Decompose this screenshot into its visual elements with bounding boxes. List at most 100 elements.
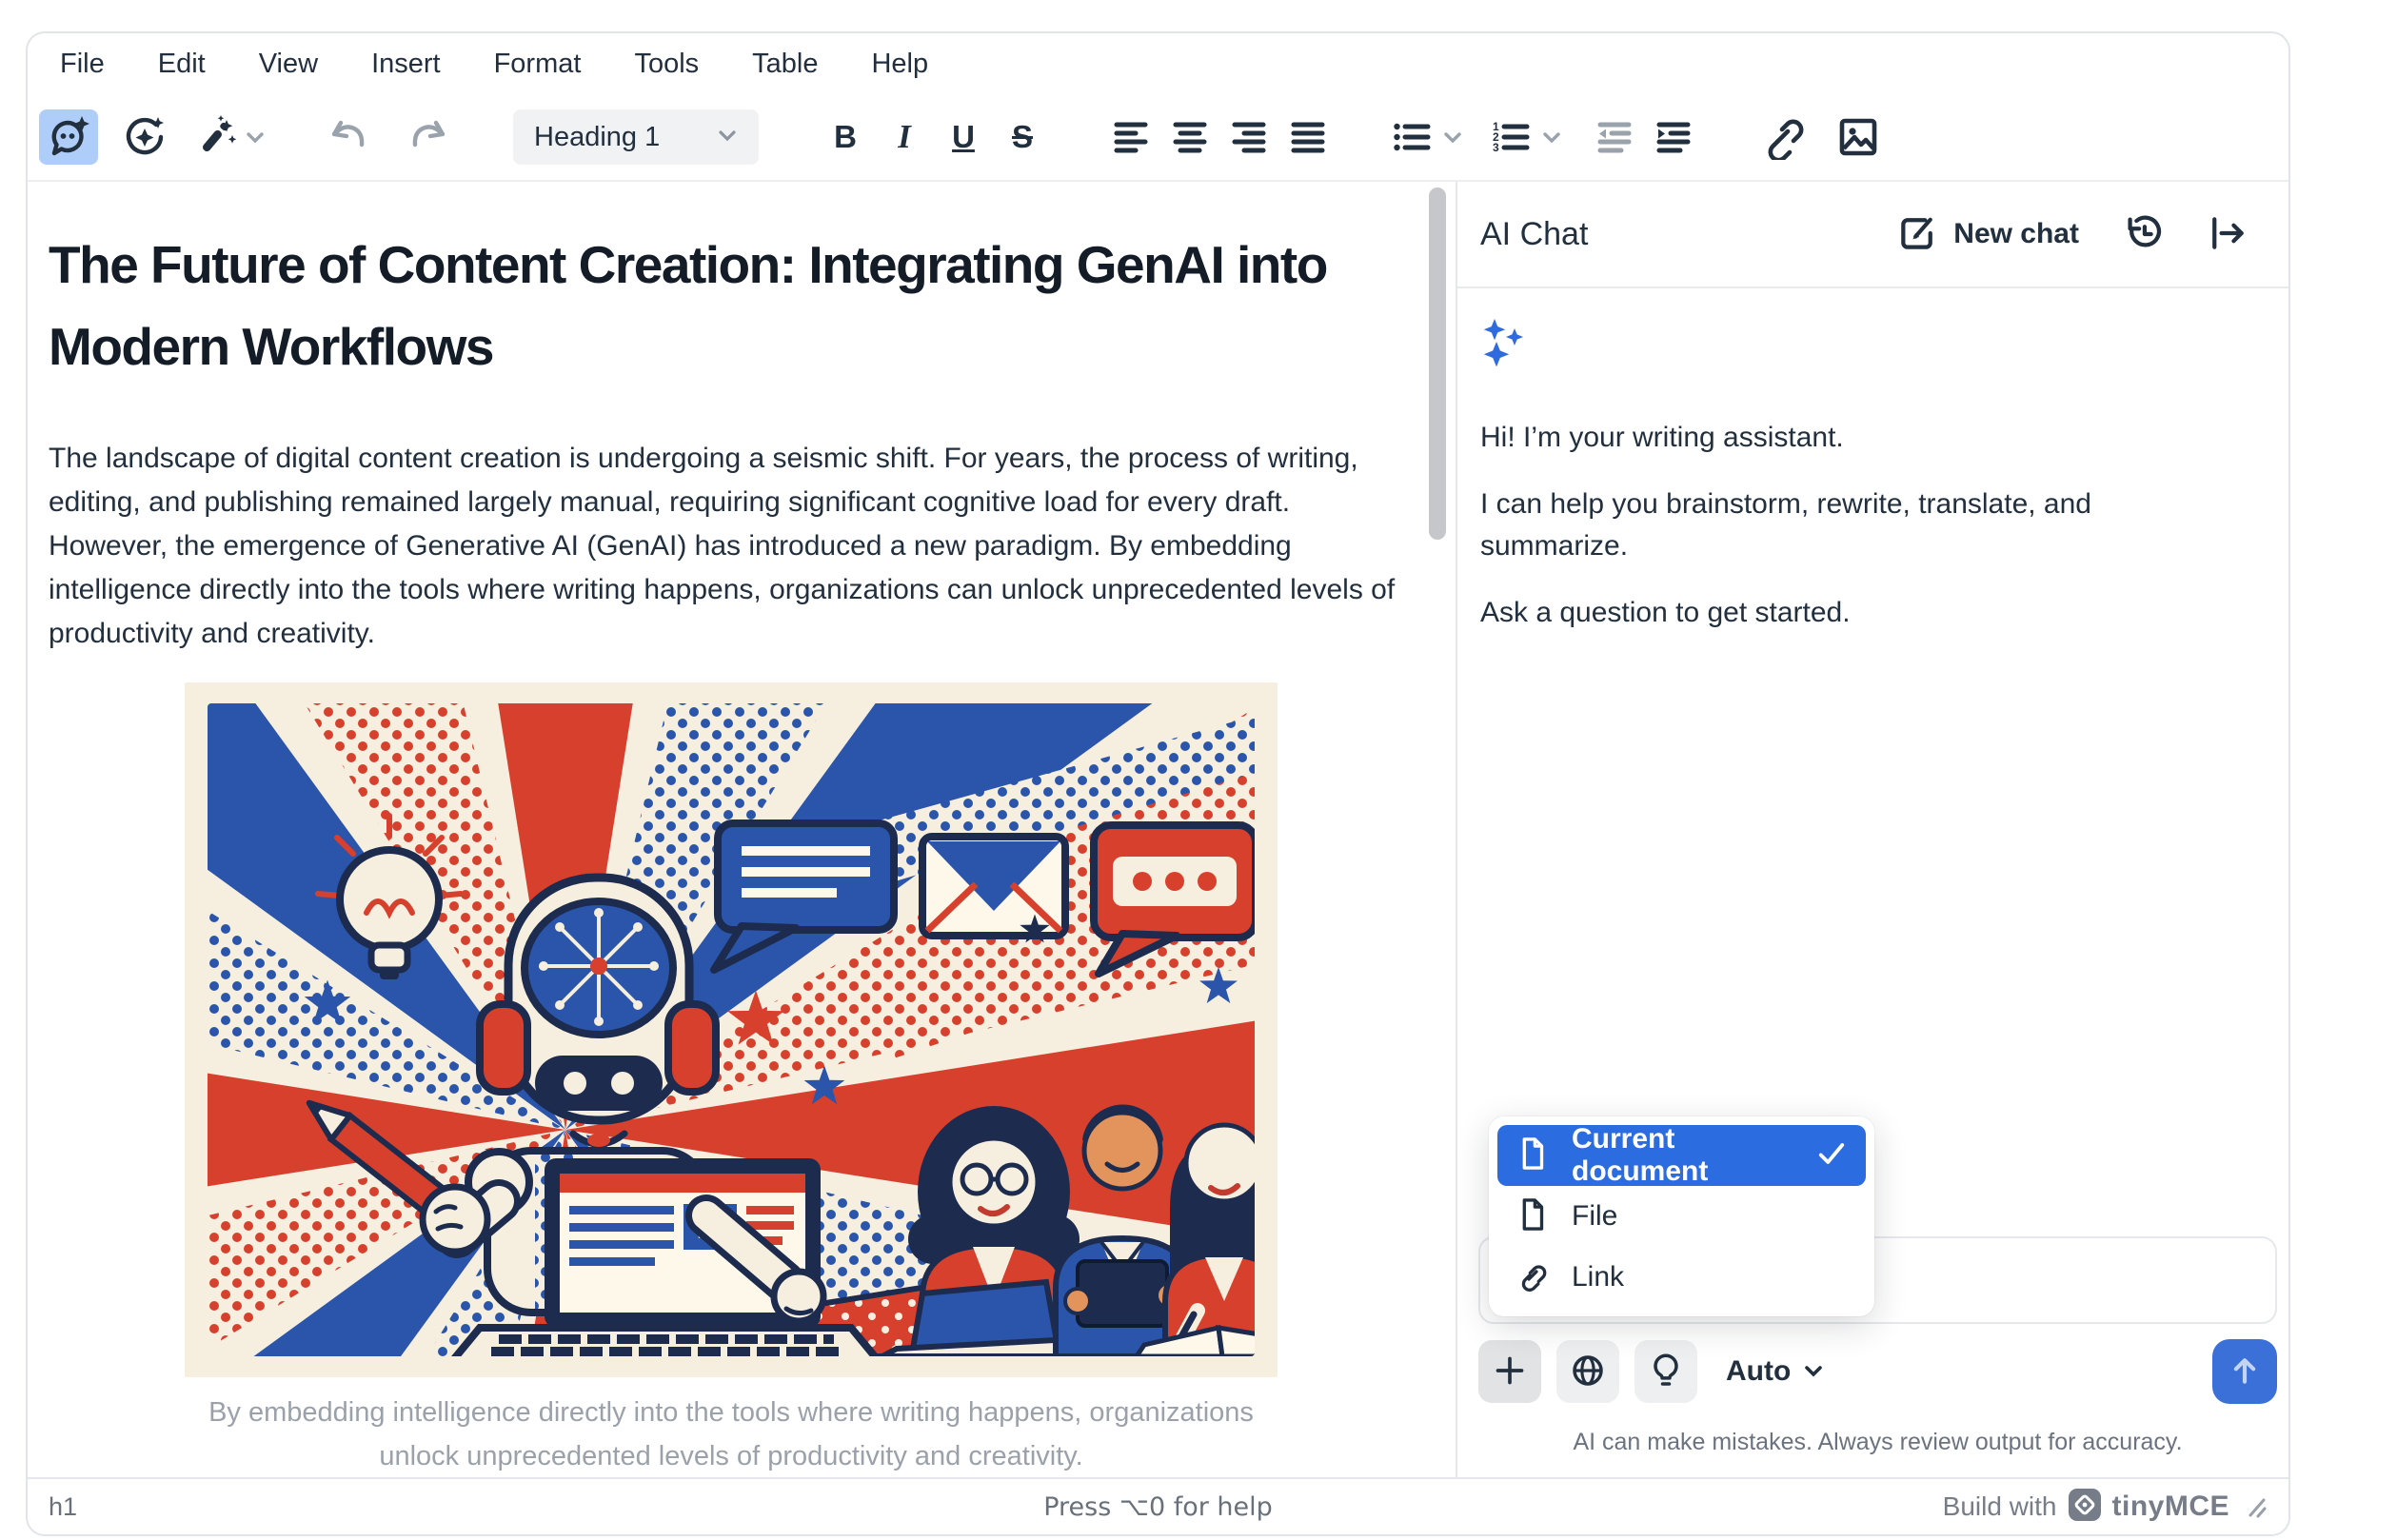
context-option-label: File xyxy=(1572,1200,1617,1233)
branding-name: tinyMCE xyxy=(2112,1491,2230,1523)
svg-text:3: 3 xyxy=(1493,141,1499,154)
document-paragraph: The landscape of digital content creatio… xyxy=(49,437,1408,656)
menu-insert[interactable]: Insert xyxy=(371,49,441,80)
insert-image-button[interactable] xyxy=(1829,109,1888,165)
check-icon xyxy=(1814,1136,1849,1175)
insert-link-button[interactable] xyxy=(1753,109,1812,165)
align-justify-button[interactable] xyxy=(1278,109,1337,165)
indent-button[interactable] xyxy=(1644,109,1703,165)
menu-edit[interactable]: Edit xyxy=(158,49,206,80)
redo-icon xyxy=(403,113,450,161)
numbered-list-dropdown-chevron-icon[interactable] xyxy=(1535,109,1568,165)
menubar: File Edit View Insert Format Tools Table… xyxy=(28,33,2288,94)
new-chat-label: New chat xyxy=(1953,218,2079,250)
document-icon xyxy=(1515,1135,1551,1176)
statusbar: Press ⌥0 for help h1 Build with tinyMCE xyxy=(28,1477,2288,1534)
ai-chat-title: AI Chat xyxy=(1480,216,1588,253)
ai-review-toolbar-button[interactable] xyxy=(115,109,174,165)
suggestions-button[interactable] xyxy=(1634,1340,1697,1403)
branding-prefix: Build with xyxy=(1943,1491,2057,1522)
menu-format[interactable]: Format xyxy=(494,49,582,80)
send-arrow-icon xyxy=(2226,1352,2264,1392)
figure-caption: By embedding intelligence directly into … xyxy=(185,1391,1278,1477)
outdent-button[interactable] xyxy=(1585,109,1644,165)
block-format-select[interactable]: Heading 1 xyxy=(513,109,759,165)
ai-chat-messages: Hi! I’m your writing assistant. I can he… xyxy=(1457,288,2288,634)
menu-tools[interactable]: Tools xyxy=(634,49,699,80)
strikethrough-icon: S xyxy=(1012,119,1033,155)
ai-chat-bubble-sparkle-icon xyxy=(46,114,91,160)
context-option-current-document[interactable]: Current document xyxy=(1497,1125,1866,1186)
link-icon xyxy=(1515,1257,1551,1298)
ai-chat-header: AI Chat New chat xyxy=(1457,182,2288,288)
collapse-panel-icon xyxy=(2207,212,2248,257)
strikethrough-button[interactable]: S xyxy=(993,109,1052,165)
editor-window: File Edit View Insert Format Tools Table… xyxy=(26,31,2290,1536)
context-option-file[interactable]: File xyxy=(1497,1186,1866,1247)
italic-button[interactable]: I xyxy=(875,109,934,165)
underline-button[interactable]: U xyxy=(934,109,993,165)
align-center-button[interactable] xyxy=(1160,109,1219,165)
add-context-button[interactable] xyxy=(1478,1340,1541,1403)
menu-view[interactable]: View xyxy=(259,49,318,80)
send-button[interactable] xyxy=(2212,1339,2277,1404)
compose-icon xyxy=(1896,212,1938,257)
ai-review-circle-sparkle-icon xyxy=(122,114,168,160)
ai-shortcuts-toolbar-button[interactable] xyxy=(191,109,239,165)
outdent-icon xyxy=(1593,115,1636,159)
align-left-icon xyxy=(1109,115,1153,159)
ai-chat-toolbar-button[interactable] xyxy=(39,109,98,165)
toolbar: Heading 1 B I U S 123 xyxy=(28,94,2288,182)
document-figure[interactable]: By embedding intelligence directly into … xyxy=(185,682,1278,1477)
assistant-message: Hi! I’m your writing assistant. xyxy=(1480,417,2147,459)
mode-chevron-down-icon xyxy=(1800,1357,1827,1387)
numbered-list-icon: 123 xyxy=(1489,115,1533,159)
web-search-button[interactable] xyxy=(1556,1340,1619,1403)
align-right-button[interactable] xyxy=(1219,109,1278,165)
ai-shortcuts-dropdown-chevron-icon[interactable] xyxy=(239,109,271,165)
tinymce-logo-icon xyxy=(2069,1489,2101,1526)
context-option-link[interactable]: Link xyxy=(1497,1247,1866,1308)
assistant-message: I can help you brainstorm, rewrite, tran… xyxy=(1480,484,2147,567)
bullet-list-dropdown-chevron-icon[interactable] xyxy=(1436,109,1469,165)
lightbulb-icon xyxy=(1646,1351,1686,1393)
ai-disclaimer: AI can make mistakes. Always review outp… xyxy=(1478,1429,2277,1456)
document-icon xyxy=(1515,1196,1551,1237)
align-right-icon xyxy=(1227,115,1271,159)
chat-history-button[interactable] xyxy=(2121,211,2165,258)
menu-file[interactable]: File xyxy=(60,49,105,80)
editor-content-area[interactable]: The Future of Content Creation: Integrat… xyxy=(28,182,1456,1477)
menu-table[interactable]: Table xyxy=(752,49,818,80)
branding-link[interactable]: Build with tinyMCE xyxy=(1943,1489,2229,1526)
magic-wand-icon xyxy=(192,114,238,160)
undo-icon xyxy=(327,113,374,161)
editor-scrollbar-thumb[interactable] xyxy=(1429,188,1446,540)
bullet-list-button[interactable] xyxy=(1387,109,1436,165)
collapse-panel-button[interactable] xyxy=(2207,212,2248,257)
context-option-label: Current document xyxy=(1572,1123,1793,1188)
image-icon xyxy=(1835,114,1881,160)
redo-button[interactable] xyxy=(397,109,456,165)
bullet-list-icon xyxy=(1390,115,1434,159)
italic-icon: I xyxy=(898,118,911,156)
new-chat-button[interactable]: New chat xyxy=(1896,212,2079,257)
menu-help[interactable]: Help xyxy=(871,49,928,80)
underline-icon: U xyxy=(952,119,975,155)
indent-icon xyxy=(1652,115,1695,159)
numbered-list-button[interactable]: 123 xyxy=(1486,109,1535,165)
undo-button[interactable] xyxy=(321,109,380,165)
select-chevron-down-icon xyxy=(715,123,740,152)
poster-illustration xyxy=(185,682,1278,1377)
align-justify-icon xyxy=(1286,115,1330,159)
context-dropdown-menu: Current document File Link xyxy=(1489,1116,1874,1316)
bold-button[interactable]: B xyxy=(816,109,875,165)
ai-chat-panel: AI Chat New chat xyxy=(1457,182,2288,1477)
ai-sparkle-icon xyxy=(1480,317,2250,371)
document-heading: The Future of Content Creation: Integrat… xyxy=(49,224,1348,387)
globe-icon xyxy=(1568,1351,1608,1393)
mode-select[interactable]: Auto xyxy=(1726,1355,1827,1388)
bold-icon: B xyxy=(834,119,857,155)
history-icon xyxy=(2121,211,2165,258)
block-format-value: Heading 1 xyxy=(534,122,660,153)
align-left-button[interactable] xyxy=(1101,109,1160,165)
